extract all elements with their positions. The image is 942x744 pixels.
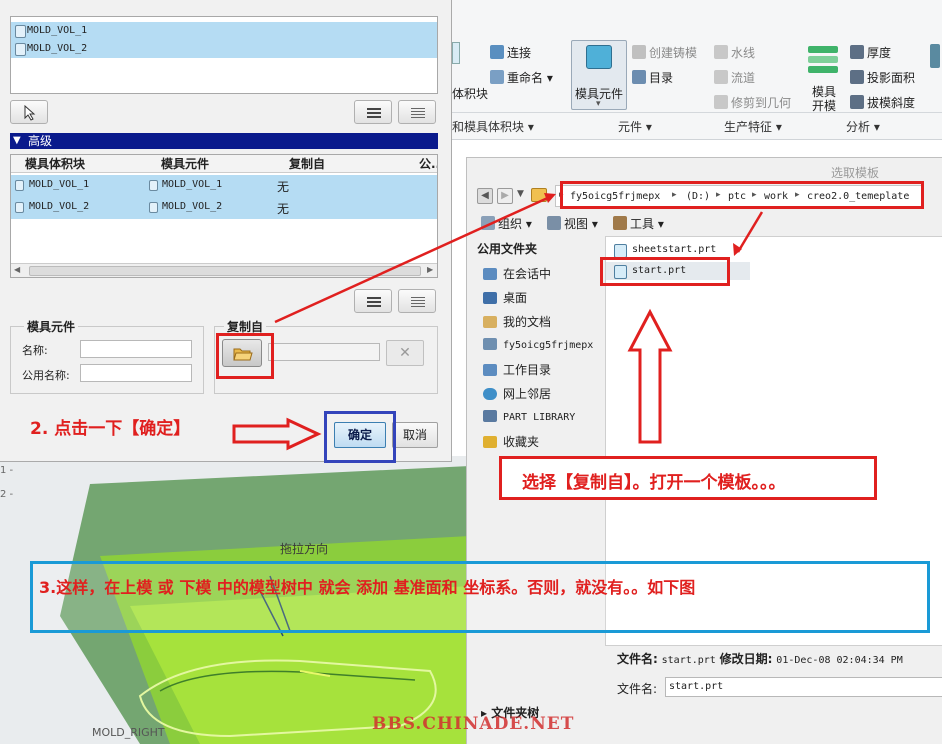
ok-highlight-box <box>324 411 396 463</box>
select-copy-annotation-box: 选择【复制自】。打开一个模板。。。 <box>499 456 877 500</box>
copy-from-highlight-box <box>216 333 274 379</box>
step3-annotation-box: 3.这样，在上模 或 下模 中的模型树中 就会 添加 基准面和 坐标系。否则，就… <box>30 561 930 633</box>
path-highlight-box <box>560 181 924 209</box>
step3-annotation: 3.这样，在上模 或 下模 中的模型树中 就会 添加 基准面和 坐标系。否则，就… <box>39 578 696 597</box>
watermark: BBS.CHINADE.NET <box>372 714 575 734</box>
select-copy-annotation: 选择【复制自】。打开一个模板。。。 <box>522 473 786 493</box>
step2-annotation: 2. 点击一下【确定】 <box>30 419 191 439</box>
file-highlight-box <box>600 257 730 286</box>
